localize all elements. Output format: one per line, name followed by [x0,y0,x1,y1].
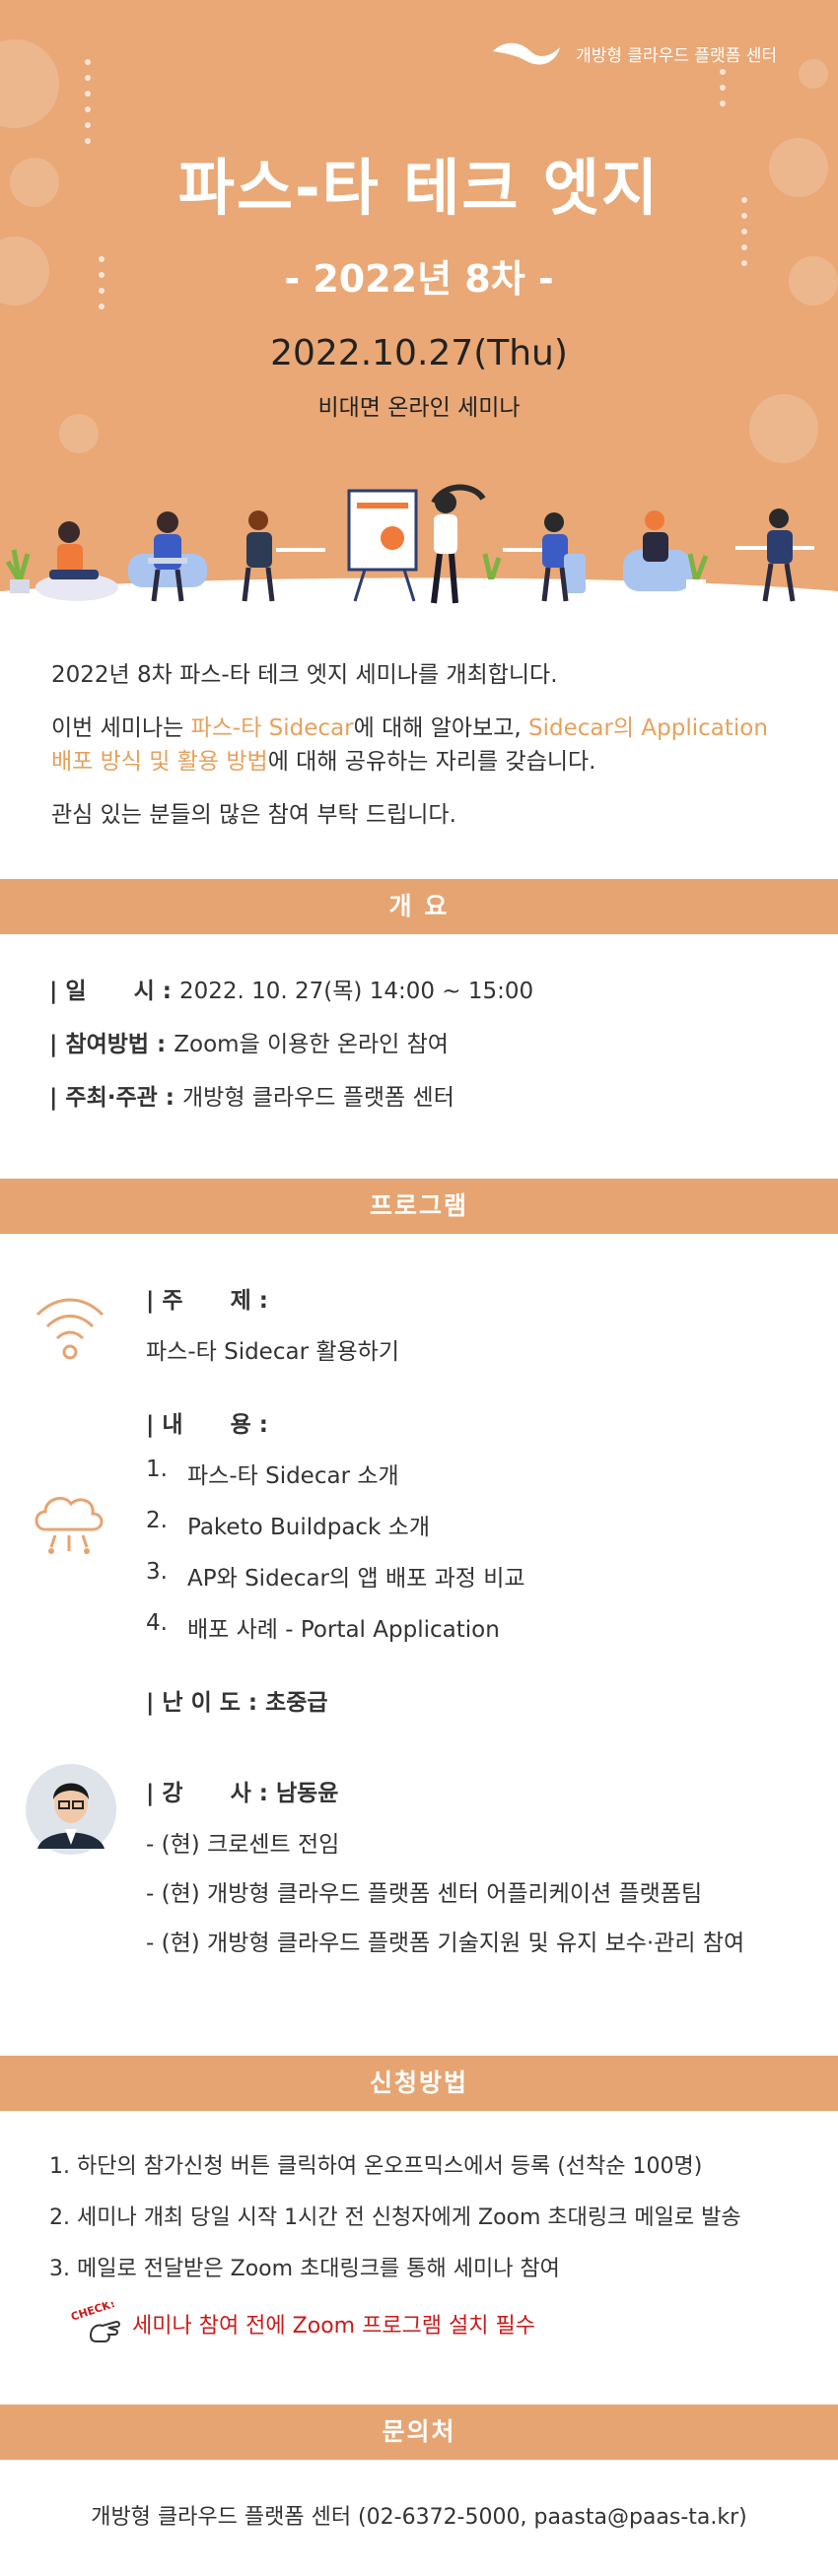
list-number: 1. [146,1457,168,1482]
content-label: | 내 용 : [146,1412,268,1438]
intro-text: 이번 세미나는 [51,715,191,741]
cloud-wave-logo [493,42,561,65]
apply-step: 2. 세미나 개최 당일 시작 1시간 전 신청자에게 Zoom 초대링크 메일… [49,2205,741,2230]
wifi-icon [35,1298,105,1360]
program-level: | 난 이 도 : 초중급 [0,1683,838,1717]
overview-row: | 일 시 : 2022. 10. 27(목) 14:00 ~ 15:00 [49,972,789,1005]
highlight-text: 파스-타 Sidecar [190,715,354,741]
apply-section: 1. 하단의 참가신청 버튼 클릭하여 온오프믹스에서 등록 (선착순 100명… [0,2111,838,2405]
overview-key: | 참여방법 : [49,1032,175,1057]
section-header-contact: 문의처 [0,2405,838,2460]
section-header-overview: 개 요 [0,879,838,934]
intro-text: 에 대해 알아보고, [353,715,528,741]
brand: 개방형 클라우드 플랫폼 센터 [491,37,777,69]
content-list: 1. 파스-타 Sidecar 소개 2. Paketo Buildpack 소개 … [146,1457,838,1644]
intro-paragraph: 2022년 8차 파스-타 테크 엣지 세미나를 개최합니다. [51,662,558,688]
overview-row: | 주최·주관 : 개방형 클라우드 플랫폼 센터 [49,1078,789,1112]
office-people-illustration [0,484,838,611]
overview-section: | 일 시 : 2022. 10. 27(목) 14:00 ~ 15:00 | … [0,934,838,1179]
contact-section: 개방형 클라우드 플랫폼 센터 (02-6372-5000, paasta@pa… [0,2460,838,2576]
event-type: 비대면 온라인 세미나 [317,395,521,421]
overview-value: Zoom을 이용한 온라인 참여 [174,1032,449,1057]
intro-paragraph: 이번 세미나는 파스-타 Sidecar에 대해 알아보고, Sidecar의 … [51,712,787,779]
list-text: AP와 Sidecar의 앱 배포 과정 비교 [187,1566,525,1592]
career-item: - (현) 개방형 클라우드 플랫폼 기술지원 및 유지 보수·관리 참여 [146,1931,745,1956]
intro-section: 2022년 8차 파스-타 테크 엣지 세미나를 개최합니다. 이번 세미나는 … [0,611,838,879]
overview-row: | 참여방법 : Zoom을 이용한 온라인 참여 [49,1025,789,1058]
overview-key: | 주최·주관 : [49,1085,182,1111]
apply-step: 3. 메일로 전달받은 Zoom 초대링크를 통해 세미나 참여 [49,2257,560,2281]
check-badge-text: CHECK! [69,2302,116,2324]
list-item: 1. 파스-타 Sidecar 소개 [146,1457,838,1490]
overview-key: | 일 시 : [49,979,179,1004]
topic-value: 파스-타 Sidecar 활용하기 [146,1339,399,1365]
topic-label: | 주 제 : [146,1288,268,1314]
list-number: 4. [146,1610,168,1636]
level-label: | 난 이 도 : 초중급 [146,1690,328,1716]
list-item: 2. Paketo Buildpack 소개 [146,1508,838,1541]
hero-subtitle: - 2022년 8차 - [284,257,554,301]
list-item: 3. AP와 Sidecar의 앱 배포 과정 비교 [146,1559,838,1593]
intro-text: 에 대해 공유하는 자리를 갖습니다. [267,749,596,775]
program-topic: | 주 제 : 파스-타 Sidecar 활용하기 [0,1281,838,1366]
event-date: 2022.10.27(Thu) [270,333,568,373]
list-text: 배포 사례 - Portal Application [187,1617,500,1643]
brand-name: 개방형 클라우드 플랫폼 센터 [576,45,777,66]
section-header-apply: 신청방법 [0,2056,838,2111]
hero-banner: 개방형 클라우드 플랫폼 센터 파스-타 테크 엣지 - 2022년 8차 - … [0,0,838,611]
bokeh-decoration [799,59,828,89]
program-speaker: | 강 사 : 남동윤 - (현) 크로센트 전임 - (현) 개방형 클라우드… [0,1764,838,1957]
list-number: 2. [146,1508,168,1533]
section-header-program: 프로그램 [0,1179,838,1234]
hero-title: 파스-타 테크 엣지 [177,152,661,224]
intro-paragraph: 관심 있는 분들의 많은 참여 부탁 드립니다. [51,802,456,828]
check-note: 세미나 참여 전에 Zoom 프로그램 설치 필수 [132,2314,535,2339]
check-notice: CHECK! 세미나 참여 전에 Zoom 프로그램 설치 필수 [69,2302,789,2345]
career-item: - (현) 크로센트 전임 [146,1832,340,1858]
dots-decoration [720,69,726,116]
list-number: 3. [146,1559,168,1585]
bokeh-decoration [0,39,59,128]
overview-value: 개방형 클라우드 플랫폼 센터 [182,1085,454,1111]
program-contents: | 내 용 : 1. 파스-타 Sidecar 소개 2. Paketo Build… [0,1405,838,1644]
program-section: | 주 제 : 파스-타 Sidecar 활용하기 | 내 용 : 1. 파스-타… [0,1234,838,2056]
speaker-avatar [26,1764,116,1855]
list-text: Paketo Buildpack 소개 [187,1515,431,1540]
apply-step: 1. 하단의 참가신청 버튼 클릭하여 온오프믹스에서 등록 (선착순 100명… [49,2154,703,2179]
list-item: 4. 배포 사례 - Portal Application [146,1610,838,1644]
contact-info: 개방형 클라우드 플랫폼 센터 (02-6372-5000, paasta@pa… [91,2505,747,2530]
speaker-label: | 강 사 : 남동윤 [146,1781,339,1806]
overview-value: 2022. 10. 27(목) 14:00 ~ 15:00 [178,979,534,1004]
cloud-icon [35,1496,104,1554]
list-text: 파스-타 Sidecar 소개 [187,1463,399,1489]
plant-icon [5,549,31,593]
check-hand-icon: CHECK! [69,2302,120,2342]
career-item: - (현) 개방형 클라우드 플랫폼 센터 어플리케이션 플랫폼팀 [146,1881,703,1907]
